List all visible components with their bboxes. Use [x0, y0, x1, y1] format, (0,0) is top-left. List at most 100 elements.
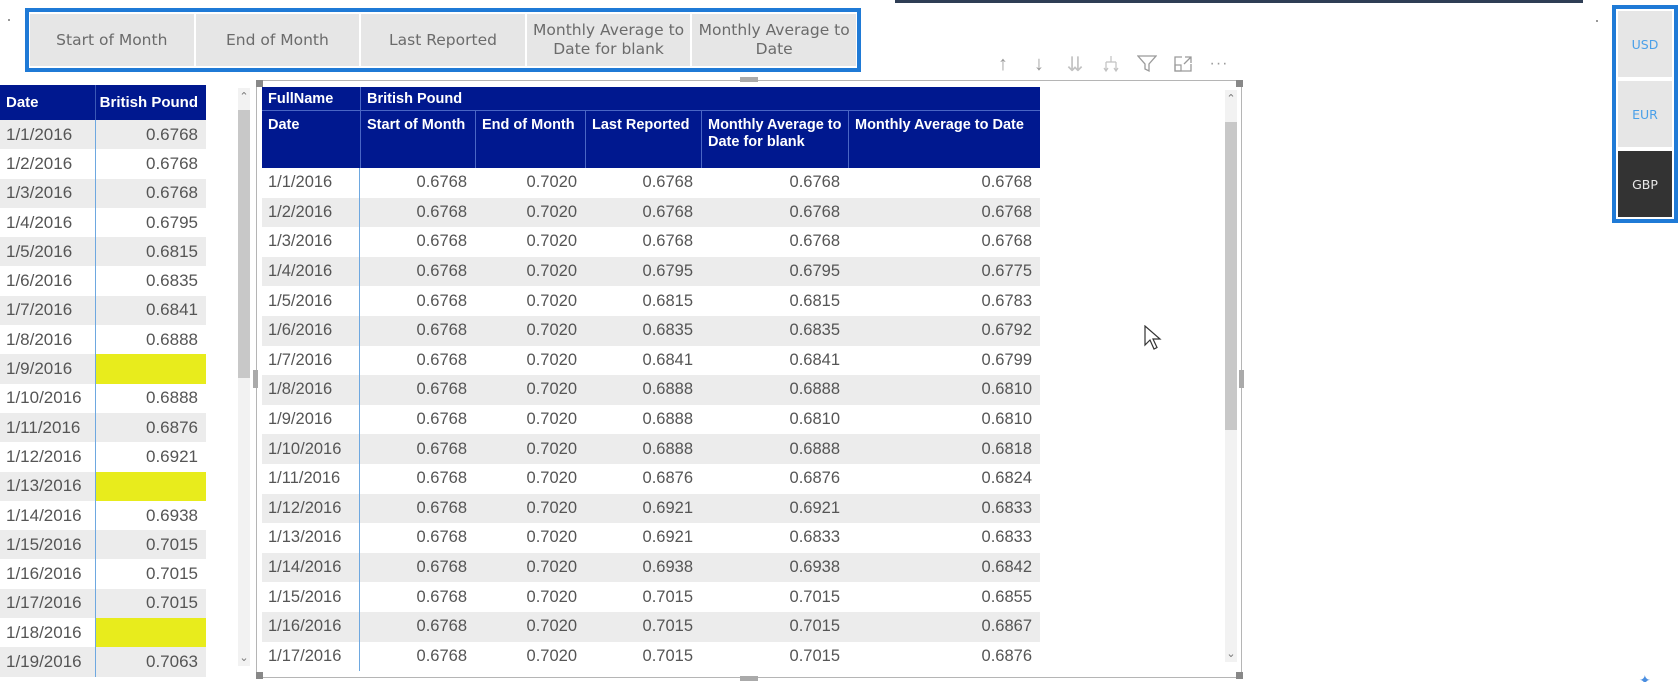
main-table-body: 1/1/2016 0.6768 0.7020 0.6768 0.6768 0.6768 1/…	[262, 168, 1040, 672]
slicer-option-last-reported[interactable]: Last Reported	[361, 14, 525, 66]
end-of-month-cell: 0.7020	[526, 587, 577, 606]
table-row[interactable]: 1/1/2016 0.6768	[0, 120, 206, 150]
start-of-month-cell: 0.6768	[416, 173, 467, 192]
scroll-down-icon[interactable]: ⌄	[238, 651, 250, 664]
column-header-end-of-month[interactable]: End of Month	[475, 111, 585, 168]
table-row[interactable]: 1/6/2016 0.6835	[0, 266, 206, 296]
slicer-option-end-of-month[interactable]: End of Month	[195, 14, 360, 66]
table-row[interactable]: 1/9/2016	[0, 354, 206, 384]
table-row[interactable]: 1/15/2016 0.7015	[0, 530, 206, 560]
slicer-option-start-of-month[interactable]: Start of Month	[30, 14, 194, 66]
last-reported-cell: 0.6768	[642, 202, 693, 221]
start-of-month-cell: 0.6768	[416, 202, 467, 221]
column-header-monthly-average[interactable]: Monthly Average to Date	[848, 111, 1040, 168]
focus-mode-icon[interactable]	[1165, 51, 1201, 77]
scroll-down-icon[interactable]: ⌄	[1225, 647, 1237, 660]
currency-option-usd[interactable]: USD	[1618, 11, 1672, 77]
monthly-average-cell: 0.6824	[981, 469, 1032, 488]
left-table-scrollbar[interactable]: ⌃ ⌄	[238, 88, 250, 666]
table-row[interactable]: 1/7/2016 0.6841	[0, 295, 206, 326]
column-header-last-reported[interactable]: Last Reported	[585, 111, 701, 168]
arrow-up-icon[interactable]: ↑	[985, 51, 1021, 77]
resize-handle-right[interactable]	[1239, 370, 1244, 388]
scrollbar-thumb[interactable]	[1225, 122, 1237, 430]
table-row[interactable]: 1/12/2016 0.6921	[0, 442, 206, 472]
table-row[interactable]: 1/9/2016 0.6768 0.7020 0.6888 0.6810 0.6810	[262, 404, 1040, 435]
value-cell: 0.6768	[146, 183, 198, 203]
table-row[interactable]: 1/19/2016 0.7063	[0, 647, 206, 677]
table-row[interactable]: 1/16/2016 0.6768 0.7020 0.7015 0.7015 0.6867	[262, 611, 1040, 642]
currency-option-eur[interactable]: EUR	[1618, 81, 1672, 147]
table-row[interactable]: 1/8/2016 0.6768 0.7020 0.6888 0.6888 0.6810	[262, 375, 1040, 405]
resize-corner[interactable]	[256, 80, 263, 87]
date-cell: 1/8/2016	[262, 375, 360, 405]
date-cell: 1/9/2016	[0, 354, 96, 384]
date-cell: 1/2/2016	[262, 197, 360, 228]
table-row[interactable]: 1/1/2016 0.6768 0.7020 0.6768 0.6768 0.6768	[262, 168, 1040, 198]
table-row[interactable]: 1/3/2016 0.6768	[0, 178, 206, 208]
table-row[interactable]: 1/10/2016 0.6768 0.7020 0.6888 0.6888 0.6818	[262, 434, 1040, 464]
table-row[interactable]: 1/4/2016 0.6795	[0, 207, 206, 238]
table-row[interactable]: 1/5/2016 0.6768 0.7020 0.6815 0.6815 0.6783	[262, 286, 1040, 316]
table-row[interactable]: 1/2/2016 0.6768	[0, 149, 206, 179]
resize-corner[interactable]	[256, 672, 263, 679]
expand-hierarchy-icon[interactable]	[1093, 51, 1129, 77]
table-row[interactable]: 1/18/2016	[0, 618, 206, 648]
end-of-month-cell: 0.7020	[526, 380, 577, 399]
table-row[interactable]: 1/4/2016 0.6768 0.7020 0.6795 0.6795 0.6775	[262, 256, 1040, 287]
column-header-british-pound[interactable]: British Pound	[96, 85, 206, 120]
column-header-monthly-average-blank[interactable]: Monthly Average to Date for blank	[701, 111, 848, 168]
column-header-date[interactable]: Date	[0, 85, 96, 120]
table-row[interactable]: 1/17/2016 0.6768 0.7020 0.7015 0.7015 0.6876	[262, 641, 1040, 672]
table-row[interactable]: 1/10/2016 0.6888	[0, 383, 206, 413]
table-row[interactable]: 1/17/2016 0.7015	[0, 588, 206, 619]
filter-icon[interactable]	[1129, 51, 1165, 77]
date-cell: 1/12/2016	[0, 442, 96, 472]
double-arrow-down-icon[interactable]: ⇊	[1057, 51, 1093, 77]
table-row[interactable]: 1/11/2016 0.6768 0.7020 0.6876 0.6876 0.6824	[262, 463, 1040, 494]
currency-option-gbp[interactable]: GBP	[1618, 151, 1672, 217]
table-row[interactable]: 1/7/2016 0.6768 0.7020 0.6841 0.6841 0.6799	[262, 345, 1040, 376]
scroll-up-icon[interactable]: ⌃	[1225, 92, 1237, 105]
table-row[interactable]: 1/13/2016	[0, 471, 206, 501]
table-row[interactable]: 1/3/2016 0.6768 0.7020 0.6768 0.6768 0.6768	[262, 227, 1040, 257]
end-of-month-cell: 0.7020	[526, 439, 577, 458]
table-row[interactable]: 1/14/2016 0.6768 0.7020 0.6938 0.6938 0.6842	[262, 552, 1040, 583]
table-row[interactable]: 1/6/2016 0.6768 0.7020 0.6835 0.6835 0.6792	[262, 315, 1040, 346]
table-row[interactable]: 1/14/2016 0.6938	[0, 500, 206, 531]
end-of-month-cell: 0.7020	[526, 558, 577, 577]
last-reported-cell: 0.7015	[642, 646, 693, 665]
resize-corner[interactable]	[1236, 672, 1243, 679]
blank-value-cell	[96, 618, 206, 648]
table-row[interactable]: 1/11/2016 0.6876	[0, 412, 206, 443]
table-row[interactable]: 1/15/2016 0.6768 0.7020 0.7015 0.7015 0.6855	[262, 582, 1040, 612]
dot-marker	[1596, 20, 1598, 22]
main-table-scrollbar[interactable]: ⌃ ⌄	[1225, 90, 1237, 662]
date-cell: 1/1/2016	[0, 120, 96, 150]
table-row[interactable]: 1/12/2016 0.6768 0.7020 0.6921 0.6921 0.6833	[262, 493, 1040, 524]
value-cell: 0.6888	[146, 329, 198, 349]
column-header-start-of-month[interactable]: Start of Month	[360, 111, 475, 168]
last-reported-cell: 0.6795	[642, 262, 693, 281]
table-row[interactable]: 1/13/2016 0.6768 0.7020 0.6921 0.6833 0.6833	[262, 523, 1040, 553]
resize-handle-top[interactable]	[740, 77, 758, 82]
column-header-date[interactable]: Date	[262, 111, 360, 168]
scrollbar-thumb[interactable]	[238, 110, 250, 378]
table-row[interactable]: 1/16/2016 0.7015	[0, 559, 206, 589]
more-options-icon[interactable]: ···	[1201, 51, 1237, 77]
last-reported-cell: 0.6938	[642, 558, 693, 577]
table-row[interactable]: 1/2/2016 0.6768 0.7020 0.6768 0.6768 0.6768	[262, 197, 1040, 228]
start-of-month-cell: 0.6768	[416, 617, 467, 636]
value-cell: 0.6841	[146, 300, 198, 320]
date-cell: 1/4/2016	[0, 207, 96, 238]
monthly-average-cell: 0.6799	[981, 350, 1032, 369]
arrow-down-icon[interactable]: ↓	[1021, 51, 1057, 77]
slicer-option-monthly-average[interactable]: Monthly Average to Date	[692, 14, 856, 66]
slicer-option-monthly-average-blank[interactable]: Monthly Average to Date for blank	[526, 14, 691, 66]
resize-corner[interactable]	[1236, 80, 1243, 87]
resize-handle-bottom[interactable]	[740, 676, 758, 681]
scroll-up-icon[interactable]: ⌃	[238, 90, 250, 103]
resize-handle-left[interactable]	[253, 370, 258, 388]
table-row[interactable]: 1/5/2016 0.6815	[0, 237, 206, 267]
table-row[interactable]: 1/8/2016 0.6888	[0, 325, 206, 355]
